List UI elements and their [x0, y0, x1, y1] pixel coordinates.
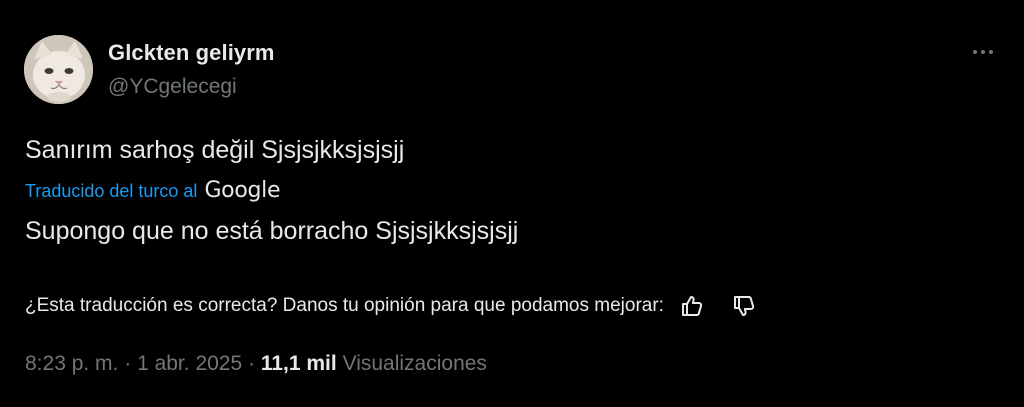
meta-separator: ·: [118, 352, 138, 375]
translation-attribution[interactable]: Traducido del turco al Google: [25, 178, 281, 203]
translation-label[interactable]: Traducido del turco al: [25, 181, 197, 202]
more-horizontal-icon: [973, 50, 977, 54]
views-count: 11,1 mil: [260, 352, 337, 375]
tweet: Glckten geliyrm @YCgelecegi Sanırım sarh…: [0, 0, 1024, 407]
thumbs-up-icon: [681, 296, 703, 316]
google-logo: Google: [204, 178, 281, 203]
tweet-metadata: 8:23 p. m. · 1 abr. 2025 · 11,1 mil Visu…: [25, 352, 487, 376]
more-options-button[interactable]: [968, 40, 998, 64]
translated-text: Supongo que no está borracho Sjsjsjkksjs…: [25, 217, 519, 245]
more-horizontal-icon-dot: [981, 50, 985, 54]
tweet-text: Sanırım sarhoş değil Sjsjsjkksjsjsjj: [25, 136, 405, 164]
tweet-date[interactable]: 1 abr. 2025: [137, 352, 242, 376]
cat-avatar-icon: [24, 35, 93, 104]
avatar[interactable]: [24, 35, 93, 104]
translation-feedback: ¿Esta traducción es correcta? Danos tu o…: [25, 292, 758, 320]
more-horizontal-icon-dot: [989, 50, 993, 54]
thumbs-up-button[interactable]: [678, 292, 706, 320]
author-display-name[interactable]: Glckten geliyrm: [108, 40, 275, 66]
thumbs-down-button[interactable]: [730, 292, 758, 320]
author-handle[interactable]: @YCgelecegi: [108, 75, 237, 99]
meta-separator: ·: [242, 352, 261, 375]
thumbs-down-icon: [733, 296, 755, 316]
tweet-time[interactable]: 8:23 p. m.: [25, 352, 118, 376]
feedback-question: ¿Esta traducción es correcta? Danos tu o…: [25, 295, 664, 316]
views-label: Visualizaciones: [342, 352, 487, 375]
